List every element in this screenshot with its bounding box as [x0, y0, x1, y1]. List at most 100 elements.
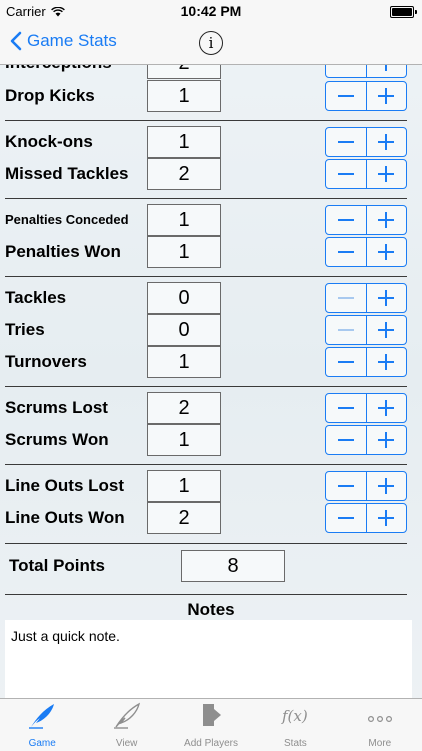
stat-label: Line Outs Lost — [5, 476, 124, 495]
stat-label: Drop Kicks — [5, 86, 95, 105]
stat-value: 2 — [147, 64, 221, 79]
section-divider — [5, 386, 407, 387]
stat-row-turnovers: Turnovers 1 — [0, 346, 422, 378]
stat-stepper — [325, 425, 407, 455]
status-time: 10:42 PM — [180, 3, 242, 19]
stat-value: 2 — [147, 502, 221, 534]
increment-button[interactable] — [367, 426, 407, 454]
chevron-left-icon — [10, 31, 22, 51]
stat-label: Scrums Lost — [5, 398, 108, 417]
increment-button[interactable] — [367, 284, 407, 312]
decrement-button[interactable] — [326, 348, 367, 376]
tab-label: More — [368, 738, 392, 749]
stat-label: Penalties Won — [5, 242, 121, 261]
stat-stepper — [325, 81, 407, 111]
decrement-button[interactable] — [326, 426, 367, 454]
tab-view[interactable]: View — [84, 699, 168, 751]
tab-bar: Game View Add Players f(x) Stats More — [0, 698, 422, 751]
battery-icon — [390, 6, 417, 18]
stat-label: Scrums Won — [5, 430, 109, 449]
tab-more[interactable]: More — [338, 699, 422, 751]
stat-row-scrums-lost: Scrums Lost 2 — [0, 392, 422, 424]
increment-button[interactable] — [367, 348, 407, 376]
total-points-value: 8 — [181, 550, 285, 582]
section-divider — [5, 464, 407, 465]
tab-label: View — [115, 738, 138, 749]
stat-stepper — [325, 283, 407, 313]
increment-button[interactable] — [367, 206, 407, 234]
decrement-button[interactable] — [326, 238, 367, 266]
decrement-button[interactable] — [326, 284, 367, 312]
tab-game[interactable]: Game — [0, 699, 84, 751]
decrement-button[interactable] — [326, 82, 367, 110]
stat-value: 2 — [147, 392, 221, 424]
function-icon: f(x) — [281, 707, 308, 725]
decrement-button[interactable] — [326, 472, 367, 500]
stat-value: 1 — [147, 80, 221, 112]
back-button[interactable]: Game Stats — [10, 31, 117, 51]
add-player-icon — [203, 704, 222, 726]
quill-icon — [113, 702, 140, 729]
decrement-button[interactable] — [326, 316, 367, 344]
decrement-button[interactable] — [326, 128, 367, 156]
stat-value: 0 — [147, 282, 221, 314]
increment-button[interactable] — [367, 504, 407, 532]
total-points-label: Total Points — [9, 556, 106, 575]
tab-label: Game — [28, 738, 56, 749]
section-divider — [5, 276, 407, 277]
decrement-button[interactable] — [326, 160, 367, 188]
stat-label: Missed Tackles — [5, 164, 129, 183]
stat-stepper — [325, 393, 407, 423]
tab-stats[interactable]: f(x) Stats — [253, 699, 337, 751]
stat-stepper — [325, 127, 407, 157]
info-button[interactable]: i — [199, 31, 223, 55]
quill-icon — [29, 704, 55, 729]
stat-row-interceptions: Interceptions 2 — [0, 64, 422, 79]
total-points-row: Total Points 8 — [0, 550, 422, 582]
stat-label: Turnovers — [5, 352, 87, 371]
svg-text:f(x): f(x) — [281, 707, 308, 725]
notes-title: Notes — [187, 600, 235, 619]
stat-row-line-outs-won: Line Outs Won 2 — [0, 502, 422, 534]
more-icon — [367, 716, 392, 723]
stat-row-scrums-won: Scrums Won 1 — [0, 424, 422, 456]
decrement-button[interactable] — [326, 394, 367, 422]
stat-label: Interceptions — [5, 64, 112, 79]
increment-button[interactable] — [367, 64, 407, 77]
stat-value: 1 — [147, 126, 221, 158]
increment-button[interactable] — [367, 160, 407, 188]
stat-stepper — [325, 237, 407, 267]
increment-button[interactable] — [367, 316, 407, 344]
stat-value: 1 — [147, 346, 221, 378]
stat-label: Tries — [5, 320, 45, 339]
stat-stepper — [325, 503, 407, 533]
stat-row-tries: Tries 0 — [0, 314, 422, 346]
section-divider — [5, 594, 407, 595]
stat-label: Line Outs Won — [5, 508, 125, 527]
increment-button[interactable] — [367, 394, 407, 422]
tab-add-players[interactable]: Add Players — [169, 699, 253, 751]
stats-list[interactable]: Interceptions 2 Drop Kicks 1 Knock-ons 1… — [0, 64, 422, 698]
status-bar: Carrier 10:42 PM — [0, 0, 422, 22]
decrement-button[interactable] — [326, 504, 367, 532]
stat-stepper — [325, 205, 407, 235]
stat-stepper — [325, 64, 407, 78]
back-label: Game Stats — [27, 31, 117, 50]
stat-label: Knock-ons — [5, 132, 93, 151]
stat-label: Tackles — [5, 288, 67, 307]
increment-button[interactable] — [367, 472, 407, 500]
stat-value: 1 — [147, 204, 221, 236]
section-divider — [5, 198, 407, 199]
increment-button[interactable] — [367, 82, 407, 110]
stat-value: 1 — [147, 470, 221, 502]
tab-label: Add Players — [184, 738, 238, 749]
decrement-button[interactable] — [326, 206, 367, 234]
stat-stepper — [325, 347, 407, 377]
notes-textarea[interactable]: Just a quick note. — [5, 620, 412, 698]
decrement-button[interactable] — [326, 64, 367, 77]
stat-value: 1 — [147, 424, 221, 456]
stat-value: 0 — [147, 314, 221, 346]
stat-stepper — [325, 471, 407, 501]
increment-button[interactable] — [367, 128, 407, 156]
increment-button[interactable] — [367, 238, 407, 266]
